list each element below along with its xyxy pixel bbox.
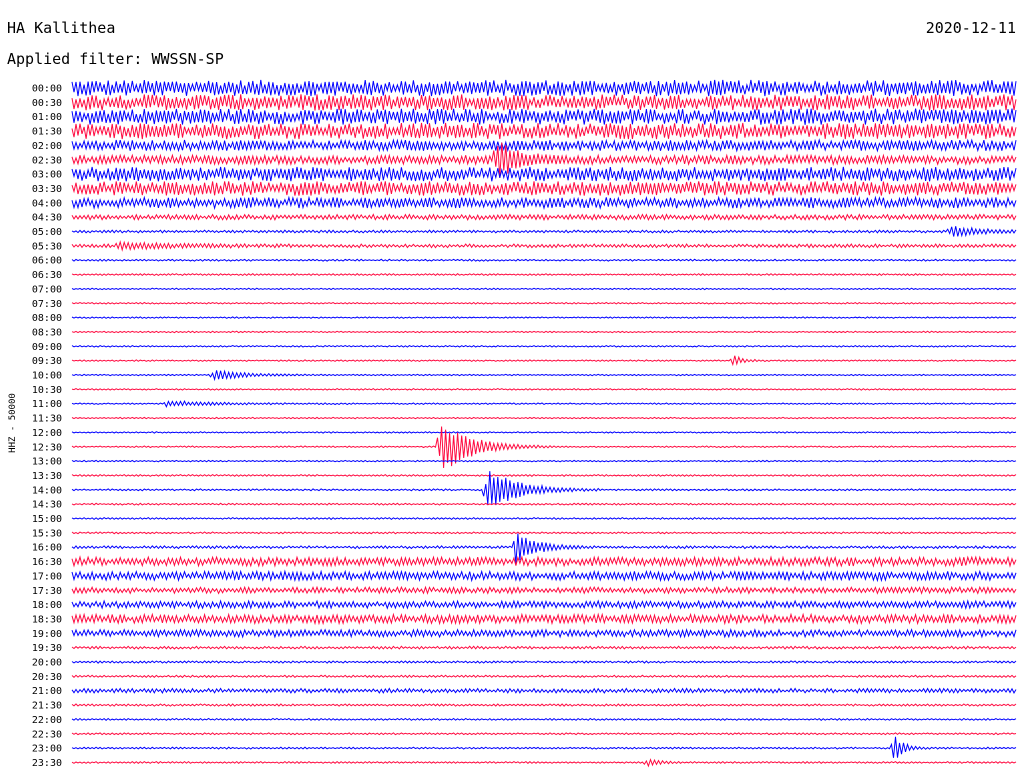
trace-2330 — [71, 758, 1017, 768]
tick-label: 00:30 — [32, 98, 62, 109]
tick-label: 07:30 — [32, 299, 62, 310]
tick-label: 09:00 — [32, 342, 62, 353]
tick-label: 11:30 — [32, 414, 62, 425]
tick-labels-group: 00:00 00:30 01:00 01:30 02:00 02:30 03:00 03:30… — [32, 84, 62, 769]
tick-label: 09:30 — [32, 356, 62, 367]
trace-2030 — [71, 674, 1017, 679]
trace-0400 — [71, 195, 1017, 211]
tick-label: 15:30 — [32, 528, 62, 539]
trace-1700 — [71, 569, 1017, 583]
trace-1630 — [71, 555, 1017, 568]
trace-1830 — [71, 612, 1017, 626]
trace-0000 — [71, 79, 1017, 97]
trace-0430 — [71, 213, 1017, 222]
tick-label: 21:00 — [32, 686, 62, 697]
tick-label: 12:30 — [32, 442, 62, 453]
tick-label: 01:30 — [32, 127, 62, 138]
tick-label: 05:30 — [32, 241, 62, 252]
trace-0830 — [71, 330, 1017, 334]
tick-label: 17:30 — [32, 586, 62, 597]
trace-0530 — [71, 240, 1017, 252]
trace-1900 — [71, 627, 1017, 639]
trace-1130 — [71, 416, 1017, 420]
trace-1430 — [71, 502, 1017, 506]
tick-label: 08:30 — [32, 327, 62, 338]
tick-label: 00:00 — [32, 84, 62, 95]
trace-0500 — [71, 226, 1017, 238]
trace-0900 — [71, 344, 1017, 348]
tick-label: 23:00 — [32, 744, 62, 755]
tick-label: 22:00 — [32, 715, 62, 726]
trace-1030 — [71, 388, 1017, 391]
trace-1000 — [71, 369, 1017, 382]
tick-label: 12:00 — [32, 428, 62, 439]
tick-label: 13:00 — [32, 457, 62, 468]
trace-0600 — [71, 258, 1017, 262]
trace-1800 — [71, 599, 1017, 611]
traces-group — [71, 79, 1017, 768]
tick-label: 19:00 — [32, 629, 62, 640]
tick-label: 15:00 — [32, 514, 62, 525]
tick-label: 06:00 — [32, 256, 62, 267]
tick-label: 03:00 — [32, 170, 62, 181]
tick-label: 16:00 — [32, 543, 62, 554]
trace-1530 — [71, 531, 1017, 535]
tick-label: 18:30 — [32, 614, 62, 625]
tick-label: 05:00 — [32, 227, 62, 238]
tick-label: 18:00 — [32, 600, 62, 611]
trace-0630 — [71, 273, 1017, 277]
trace-1100 — [71, 400, 1017, 408]
trace-1730 — [71, 585, 1017, 595]
trace-2000 — [71, 660, 1017, 664]
trace-0300 — [71, 166, 1017, 182]
tick-label: 03:30 — [32, 184, 62, 195]
tick-label: 22:30 — [32, 729, 62, 740]
trace-0330 — [71, 181, 1017, 196]
tick-label: 13:30 — [32, 471, 62, 482]
tick-label: 08:00 — [32, 313, 62, 324]
tick-label: 16:30 — [32, 557, 62, 568]
tick-label: 21:30 — [32, 701, 62, 712]
tick-label: 14:00 — [32, 485, 62, 496]
trace-0130 — [71, 122, 1017, 140]
trace-2300 — [71, 736, 1017, 758]
tick-label: 20:30 — [32, 672, 62, 683]
tick-label: 04:30 — [32, 213, 62, 224]
tick-label: 10:30 — [32, 385, 62, 396]
tick-label: 14:30 — [32, 500, 62, 511]
trace-0930 — [71, 355, 1017, 367]
tick-label: 11:00 — [32, 399, 62, 410]
trace-2230 — [71, 732, 1017, 736]
trace-1330 — [71, 473, 1017, 477]
trace-0700 — [71, 287, 1017, 291]
trace-0800 — [71, 316, 1017, 319]
tick-label: 02:30 — [32, 155, 62, 166]
trace-0200 — [71, 138, 1017, 153]
trace-1200 — [71, 431, 1017, 434]
trace-0100 — [71, 108, 1017, 125]
tick-label: 17:00 — [32, 571, 62, 582]
tick-label: 01:00 — [32, 112, 62, 123]
tick-label: 20:00 — [32, 658, 62, 669]
tick-label: 07:00 — [32, 284, 62, 295]
trace-1300 — [71, 459, 1017, 463]
tick-label: 06:30 — [32, 270, 62, 281]
trace-2130 — [71, 703, 1017, 707]
trace-2100 — [71, 687, 1017, 694]
trace-1930 — [71, 645, 1017, 650]
trace-0730 — [71, 301, 1017, 305]
trace-1500 — [71, 516, 1017, 521]
tick-label: 04:00 — [32, 198, 62, 209]
tick-label: 10:00 — [32, 371, 62, 382]
trace-0030 — [71, 94, 1017, 111]
trace-2200 — [71, 717, 1017, 721]
tick-label: 02:00 — [32, 141, 62, 152]
tick-label: 23:30 — [32, 758, 62, 769]
tick-label: 19:30 — [32, 643, 62, 654]
seismogram-plot: 00:00 00:30 01:00 01:30 02:00 02:30 03:00 03:30… — [32, 79, 1017, 769]
